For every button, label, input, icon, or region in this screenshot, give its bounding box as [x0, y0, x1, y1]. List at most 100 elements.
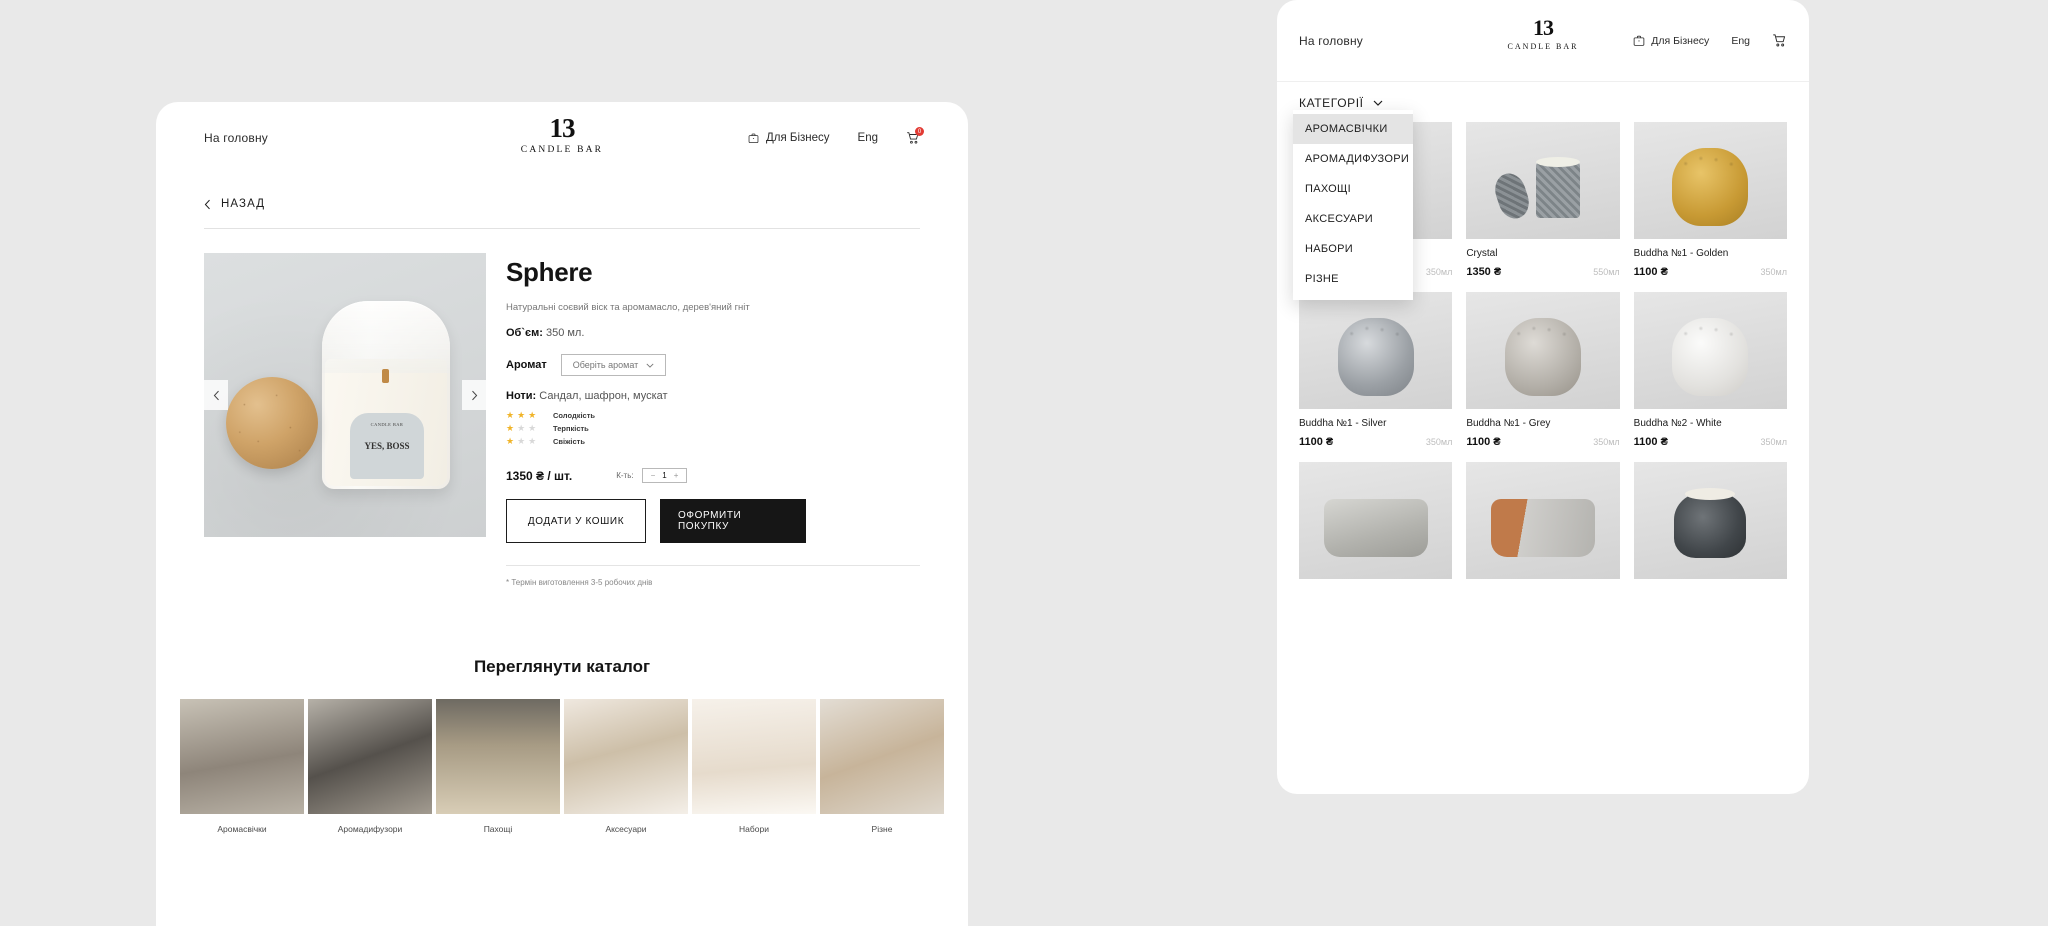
- back-nav: НАЗАД: [156, 174, 968, 210]
- dropdown-item-aromasvichky[interactable]: АРОМАСВІЧКИ: [1293, 114, 1413, 144]
- gallery-next-button[interactable]: [462, 380, 486, 410]
- quantity-decrement[interactable]: −: [651, 471, 656, 480]
- product-card-meta: 1100 ₴ 350мл: [1634, 436, 1787, 448]
- candle-label-name: YES, BOSS: [364, 441, 410, 451]
- chevron-right-icon: [471, 390, 477, 400]
- catalog-item[interactable]: Аромадифузори: [308, 699, 432, 834]
- cart-button[interactable]: [1772, 33, 1787, 48]
- rating-stars: ★ ★ ★: [506, 436, 537, 446]
- aroma-select[interactable]: Оберіть аромат: [560, 354, 667, 376]
- catalog-item[interactable]: Аромасвічки: [180, 699, 304, 834]
- categories-toggle[interactable]: КАТЕГОРІЇ: [1299, 96, 1787, 110]
- product-card-volume: 350мл: [1425, 437, 1453, 447]
- product-notes-label: Ноти:: [506, 390, 537, 402]
- product-page-panel: На головну 13 CANDLE BAR Для Бізнесу Eng: [156, 102, 968, 926]
- product-card-name: Buddha №1 - Grey: [1466, 418, 1551, 429]
- chevron-down-icon: [646, 363, 654, 368]
- header-actions: Для Бізнесу Eng 0: [748, 127, 924, 145]
- dropdown-item-aromadyfuzory[interactable]: АРОМАДИФУЗОРИ: [1293, 144, 1413, 174]
- product-info: Sphere Натуральні соєвий віск та аромама…: [506, 253, 920, 587]
- rating-row: ★ ★ ★ Свіжість: [506, 436, 920, 447]
- dropdown-item-pakhoshchi[interactable]: ПАХОЩІ: [1293, 174, 1413, 204]
- logo-mark: 13: [1533, 15, 1554, 40]
- dropdown-item-nabory[interactable]: НАБОРИ: [1293, 234, 1413, 264]
- logo-subtitle: CANDLE BAR: [1507, 41, 1579, 51]
- cart-badge: 0: [915, 127, 924, 136]
- product-card-volume: 350мл: [1593, 437, 1620, 447]
- product-card-volume: 350мл: [1760, 267, 1787, 277]
- site-header-secondary: На головну 13 CANDLE BAR Для Бізнесу Eng: [1277, 0, 1809, 82]
- nav-home-link[interactable]: На головну: [1299, 34, 1363, 48]
- product-volume-value: 350 мл.: [545, 327, 585, 339]
- catalog-item-image: [820, 699, 944, 814]
- business-link[interactable]: Для Бізнесу: [748, 132, 830, 144]
- categories-dropdown[interactable]: АРОМАСВІЧКИ АРОМАДИФУЗОРИ ПАХОЩІ АКСЕСУА…: [1293, 110, 1413, 300]
- product-card-volume: 350мл: [1760, 437, 1787, 447]
- product-volume-row: Об`єм: 350 мл.: [506, 327, 920, 339]
- catalog-item-image: [180, 699, 304, 814]
- language-switch[interactable]: Eng: [1731, 35, 1750, 47]
- quantity-control: К-ть: − 1 +: [616, 468, 688, 483]
- product-card-meta: 1100 ₴ 350мл: [1634, 266, 1787, 278]
- catalog-item[interactable]: Аксесуари: [564, 699, 688, 834]
- cart-button[interactable]: 0: [906, 127, 924, 145]
- business-link[interactable]: Для Бізнесу: [1633, 34, 1709, 47]
- product-card-image: [1633, 122, 1787, 239]
- nav-home-link[interactable]: На головну: [204, 131, 268, 145]
- catalog-item[interactable]: Різне: [820, 699, 944, 834]
- gallery-prev-button[interactable]: [204, 380, 228, 410]
- product-card-price: 1350 ₴: [1466, 266, 1502, 278]
- rating-label: Солодкість: [553, 411, 596, 420]
- product-card[interactable]: [1633, 462, 1787, 579]
- product-card-meta: 1100 ₴ 350мл: [1299, 436, 1452, 448]
- back-button[interactable]: НАЗАД: [204, 198, 920, 210]
- product-card[interactable]: Buddha №1 - Silver 1100 ₴ 350мл: [1299, 292, 1453, 448]
- chevron-left-icon: [204, 199, 210, 209]
- catalog-item-image: [692, 699, 816, 814]
- catalog-grid: Аромасвічки Аромадифузори Пахощі Аксесуа…: [156, 699, 968, 834]
- rating-row: ★ ★ ★ Солодкість: [506, 411, 920, 421]
- product-notes: Ноти: Сандал, шафрон, мускат: [506, 390, 920, 402]
- chevron-left-icon: [213, 390, 219, 400]
- product-card-meta: 1100 ₴ 350мл: [1466, 436, 1619, 448]
- checkout-button[interactable]: ОФОРМИТИ ПОКУПКУ: [660, 499, 806, 543]
- product-card-name: Crystal: [1466, 248, 1498, 259]
- catalog-item-label: Аромадифузори: [337, 824, 403, 834]
- catalog-item-label: Аксесуари: [605, 824, 647, 834]
- category-page-panel: На головну 13 CANDLE BAR Для Бізнесу Eng: [1277, 0, 1809, 794]
- production-time-note: * Термін виготовлення 3-5 робочих днів: [506, 578, 653, 587]
- cart-icon: [1773, 34, 1786, 47]
- logo-mark: 13: [549, 113, 576, 143]
- product-card-price: 1100 ₴: [1633, 436, 1668, 448]
- add-to-cart-button[interactable]: ДОДАТИ У КОШИК: [506, 499, 646, 543]
- product-card[interactable]: Crystal 1350 ₴ 550мл: [1466, 122, 1620, 278]
- quantity-stepper[interactable]: − 1 +: [641, 468, 688, 483]
- catalog-item-label: Пахощі: [483, 824, 513, 834]
- product-card[interactable]: Buddha №2 - White 1100 ₴ 350мл: [1633, 292, 1787, 448]
- language-switch[interactable]: Eng: [858, 132, 878, 144]
- catalog-item[interactable]: Пахощі: [436, 699, 560, 834]
- rating-stars: ★ ★ ★: [506, 423, 537, 433]
- product-card-meta: 1350 ₴ 550мл: [1466, 266, 1619, 278]
- catalog-item-image: [564, 699, 688, 814]
- catalog-item-image: [308, 699, 432, 814]
- dropdown-item-aksesuary[interactable]: АКСЕСУАРИ: [1293, 204, 1413, 234]
- product-card[interactable]: [1299, 462, 1453, 579]
- quantity-increment[interactable]: +: [674, 471, 679, 480]
- product-actions: ДОДАТИ У КОШИК ОФОРМИТИ ПОКУПКУ: [506, 499, 920, 543]
- product-card-price: 1100 ₴: [1466, 436, 1501, 448]
- product-card-name: Buddha №2 - White: [1633, 418, 1722, 429]
- product-card[interactable]: Buddha №1 - Grey 1100 ₴ 350мл: [1466, 292, 1620, 448]
- product-card[interactable]: [1466, 462, 1620, 579]
- product-card-image: [1466, 462, 1620, 579]
- catalog-item[interactable]: Набори: [692, 699, 816, 834]
- product-card-image: [1299, 292, 1453, 409]
- product-gallery[interactable]: CANDLE BAR YES, BOSS: [204, 253, 486, 537]
- product-card-volume: 550мл: [1593, 267, 1620, 277]
- site-header: На головну 13 CANDLE BAR Для Бізнесу Eng: [156, 102, 968, 174]
- product-card-image: [1633, 462, 1787, 579]
- dropdown-item-rizne[interactable]: РІЗНЕ: [1293, 264, 1413, 294]
- business-link-label: Для Бізнесу: [1651, 34, 1710, 47]
- cork-ball-art: [226, 377, 318, 469]
- product-card[interactable]: Buddha №1 - Golden 1100 ₴ 350мл: [1633, 122, 1787, 278]
